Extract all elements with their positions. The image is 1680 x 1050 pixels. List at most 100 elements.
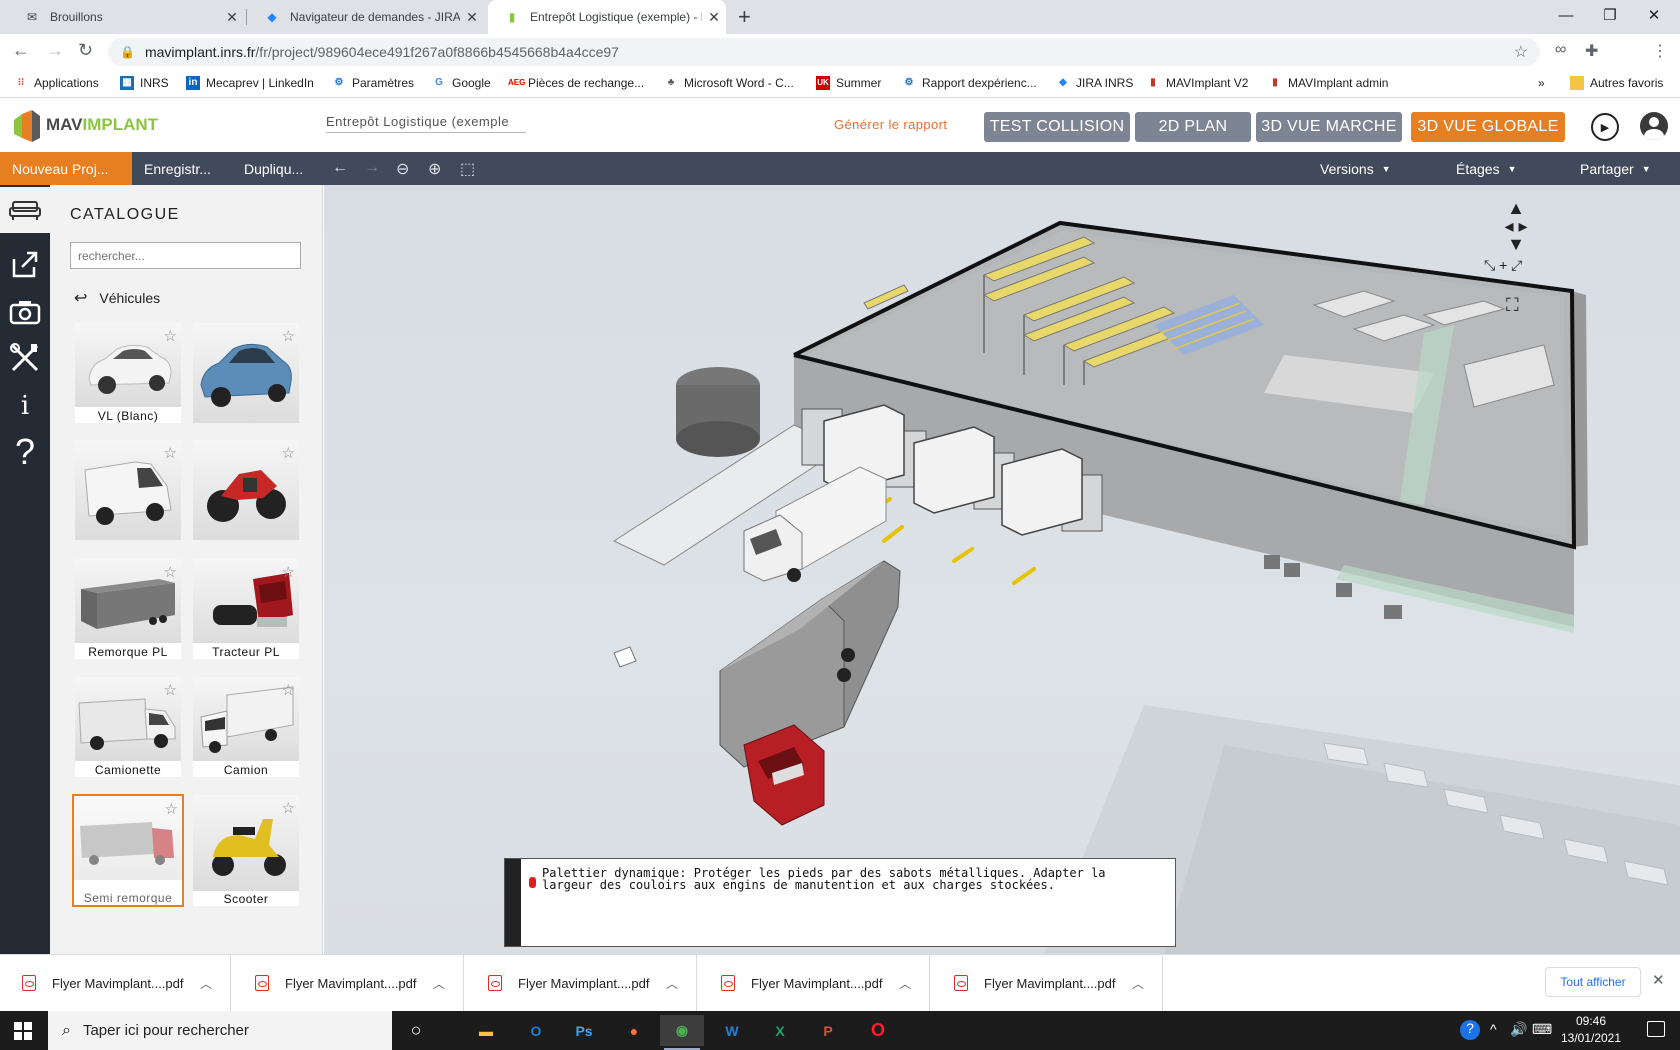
tools-icon[interactable] [0,335,50,381]
system-clock[interactable]: 09:46 13/01/2021 [1555,1013,1627,1047]
catalog-item-remorque-pl[interactable]: ☆ Remorque PL [74,558,182,660]
bookmark-star-icon[interactable]: ☆ [1514,42,1528,62]
zoom-out-small-icon[interactable]: − [1510,275,1518,291]
bookmarks-more-button[interactable]: » [1538,76,1545,90]
bookmark-applications[interactable]: ⁝⁝ Applications [14,76,99,90]
notifications-icon[interactable] [1647,1021,1665,1037]
bookmark-linkedin[interactable]: in Mecaprev | LinkedIn [186,76,314,90]
share-dropdown[interactable]: Partager ▼ [1580,152,1651,185]
address-bar[interactable]: 🔒 mavimplant.inrs.fr/fr/project/989604ec… [108,38,1540,66]
fullscreen-icon[interactable]: ⛶ [1506,295,1519,316]
favorite-star-icon[interactable]: ☆ [282,327,295,345]
keyboard-icon[interactable]: ⌨ [1532,1021,1552,1038]
zoom-in-icon[interactable]: ⊕ [428,159,441,179]
catalog-item-camion[interactable]: ☆ Camion [192,676,300,778]
photoshop-icon[interactable]: Ps [562,1015,606,1046]
catalog-item-vl-blanc[interactable]: ☆ VL (Blanc) [74,322,182,424]
bookmark-pieces[interactable]: AEG Pièces de rechange... [508,76,644,90]
pan-arrows-icon[interactable]: ▲ ◂ ▸ ▼ [1496,199,1536,253]
category-back-button[interactable]: ↩ Véhicules [74,288,160,308]
floors-dropdown[interactable]: Étages ▼ [1456,152,1517,185]
bookmark-google[interactable]: G Google [432,76,491,90]
forward-icon[interactable]: → [46,40,64,61]
redo-icon[interactable]: → [364,159,380,177]
scene-3d-viewport[interactable]: ▲ ◂ ▸ ▼ ⤡ + ⤢ − ⛶ [324,185,1680,954]
close-window-icon[interactable]: ✕ [1628,0,1680,30]
save-button[interactable]: Enregistr... [132,152,223,185]
new-tab-button[interactable]: + [738,4,751,30]
powerpoint-icon[interactable]: P [806,1015,850,1046]
vue-marche-3d-button[interactable]: 3D VUE MARCHE [1256,112,1402,142]
catalog-item-blue-car[interactable]: ☆ [192,322,300,424]
chevron-up-icon[interactable]: ︿ [433,975,463,992]
show-all-downloads-button[interactable]: Tout afficher [1545,967,1641,997]
catalog-item-camionette[interactable]: ☆ Camionette [74,676,182,778]
catalog-search-input[interactable] [70,242,301,269]
bookmark-jira[interactable]: ◆ JIRA INRS [1056,76,1133,90]
generate-report-link[interactable]: Générer le rapport [834,117,947,132]
chevron-up-icon[interactable]: ^ [1490,1021,1497,1037]
duplicate-button[interactable]: Dupliqu... [232,152,315,185]
catalog-sofa-icon[interactable] [0,187,50,233]
close-tab-icon[interactable]: ✕ [460,9,484,26]
favorite-star-icon[interactable]: ☆ [164,681,177,699]
bookmark-mavimplant-v2[interactable]: ▮ MAVImplant V2 [1146,76,1248,90]
bookmark-rapport[interactable]: ⚙ Rapport dexpérienc... [902,76,1037,90]
windows-start-icon[interactable] [14,1022,32,1040]
chevron-up-icon[interactable]: ︿ [200,975,230,992]
favorite-star-icon[interactable]: ☆ [282,563,295,581]
bookmark-word[interactable]: ♣ Microsoft Word - C... [664,76,794,90]
volume-icon[interactable]: 🔊 [1510,1021,1527,1038]
catalog-item-white-van[interactable]: ☆ [74,439,182,541]
chevron-up-icon[interactable]: ︿ [1132,975,1162,992]
plan-2d-button[interactable]: 2D PLAN [1135,112,1251,142]
help-tray-icon[interactable]: ? [1460,1020,1480,1040]
bookmark-summer[interactable]: UK Summer [816,76,881,90]
firefox-icon[interactable]: ● [612,1015,656,1046]
cortana-icon[interactable]: ○ [394,1015,438,1046]
favorite-star-icon[interactable]: ☆ [164,327,177,345]
download-item[interactable]: Flyer Mavimplant....pdf ︿ [932,955,1163,1011]
favorite-star-icon[interactable]: ☆ [164,563,177,581]
close-tab-icon[interactable]: ✕ [702,9,726,26]
tab-brouillons[interactable]: ✉ Brouillons ✕ [8,0,244,34]
extension-icon[interactable]: ∞ [1555,41,1566,59]
fit-view-icon[interactable]: ⬚ [460,159,475,179]
test-collision-button[interactable]: TEST COLLISION [984,112,1130,142]
favorite-star-icon[interactable]: ☆ [164,444,177,462]
favorite-star-icon[interactable]: ☆ [282,799,295,817]
outlook-icon[interactable]: O [514,1015,558,1046]
undo-icon[interactable]: ← [332,159,348,177]
zoom-out-icon[interactable]: ⊖ [396,159,409,179]
chrome-icon[interactable]: ◉ [660,1015,704,1050]
export-icon[interactable] [0,241,50,287]
download-item[interactable]: Flyer Mavimplant....pdf ︿ [233,955,464,1011]
versions-dropdown[interactable]: Versions ▼ [1320,152,1391,185]
user-avatar-icon[interactable] [1640,112,1668,140]
catalog-item-scooter[interactable]: ☆ Scooter [192,794,300,907]
taskbar-search-box[interactable]: ⌕ Taper ici pour rechercher [48,1011,392,1050]
excel-icon[interactable]: X [758,1015,802,1046]
download-item[interactable]: Flyer Mavimplant....pdf ︿ [466,955,697,1011]
catalog-item-motorbike[interactable]: ☆ [192,439,300,541]
opera-icon[interactable]: O [856,1015,900,1046]
file-explorer-icon[interactable]: ▬ [464,1015,508,1046]
download-item[interactable]: Flyer Mavimplant....pdf ︿ [0,955,231,1011]
bookmark-parametres[interactable]: ⚙ Paramètres [332,76,415,90]
chevron-up-icon[interactable]: ︿ [666,975,696,992]
favorite-star-icon[interactable]: ☆ [282,444,295,462]
download-item[interactable]: Flyer Mavimplant....pdf ︿ [699,955,930,1011]
word-icon[interactable]: W [710,1015,754,1046]
tab-mavimplant[interactable]: ▮ Entrepôt Logistique (exemple) - MAVImp… [488,0,726,34]
tab-jira[interactable]: ◆ Navigateur de demandes - JIRA INRS ✕ [248,0,484,34]
puzzle-icon[interactable]: ✚ [1585,41,1598,61]
help-icon[interactable]: ? [0,429,50,475]
play-icon[interactable]: ▶ [1591,113,1619,141]
bookmark-inrs[interactable]: ▦ INRS [120,76,169,90]
bookmark-mavimplant-admin[interactable]: ▮ MAVImplant admin [1268,76,1388,90]
chevron-up-icon[interactable]: ︿ [899,975,929,992]
favorite-star-icon[interactable]: ☆ [282,681,295,699]
vue-globale-3d-button[interactable]: 3D VUE GLOBALE [1411,112,1565,142]
favorite-star-icon[interactable]: ☆ [165,800,178,818]
info-icon[interactable]: i [0,383,50,429]
